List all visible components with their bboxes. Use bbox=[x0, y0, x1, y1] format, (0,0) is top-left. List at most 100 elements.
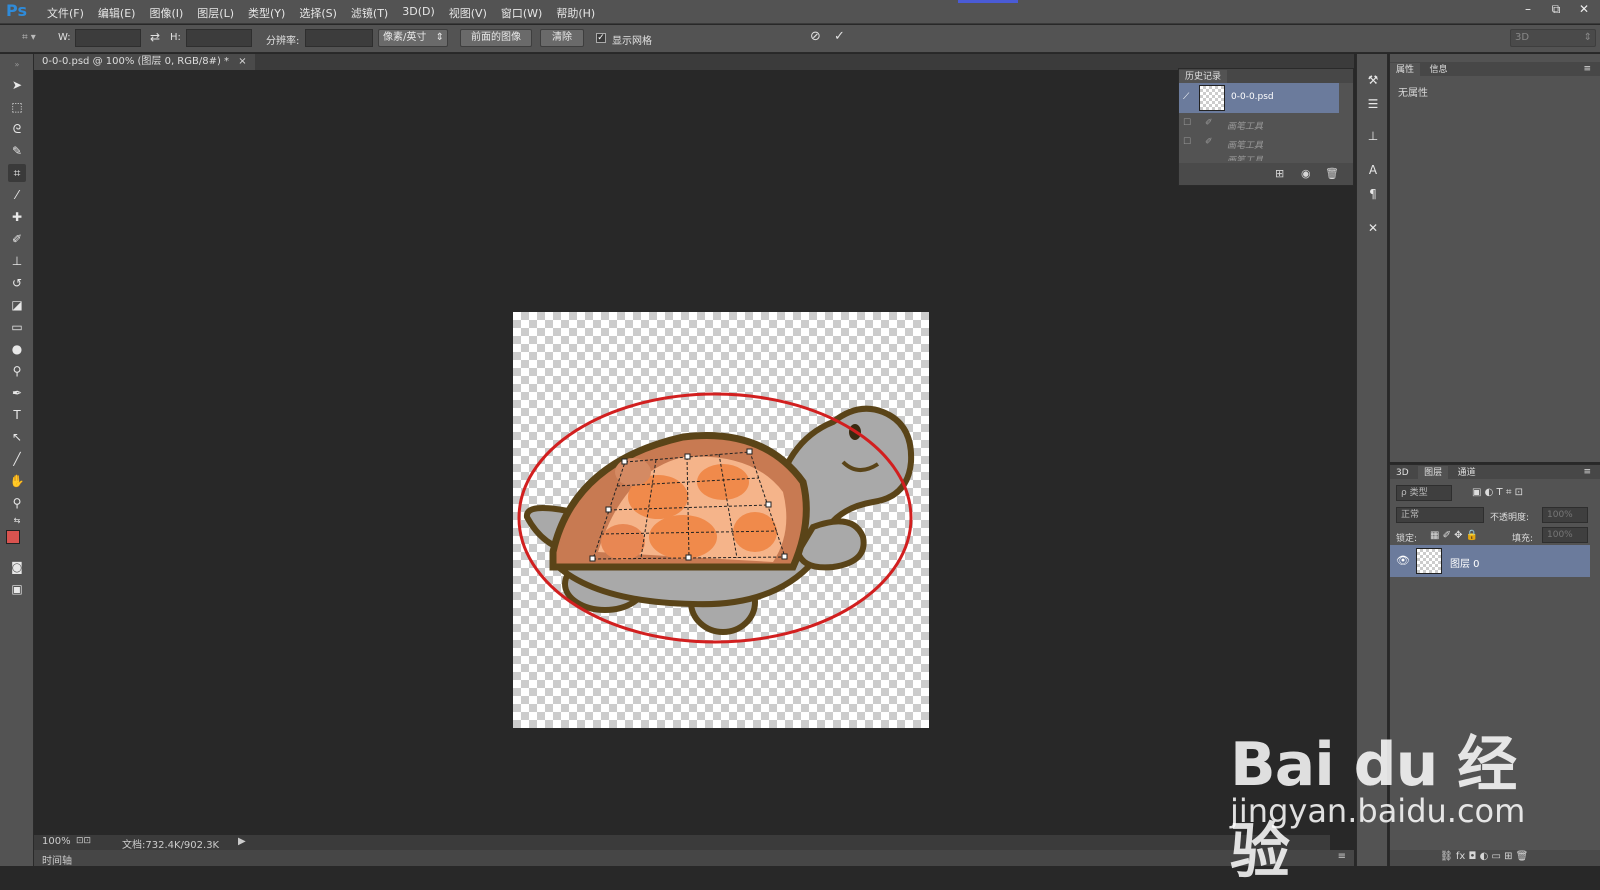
menu-type[interactable]: 类型(Y) bbox=[241, 5, 292, 21]
cancel-transform-icon[interactable]: ⊘ bbox=[810, 29, 821, 44]
menu-3d[interactable]: 3D(D) bbox=[395, 5, 442, 21]
minimize-button[interactable]: – bbox=[1520, 2, 1536, 17]
history-state[interactable]: ☐ ✐ 画笔工具 bbox=[1179, 115, 1339, 134]
crop-tool-preset-icon[interactable]: ⌗ ▾ bbox=[22, 32, 36, 43]
menu-layer[interactable]: 图层(L) bbox=[190, 5, 241, 21]
screen-mode-icon[interactable]: ▣ bbox=[8, 580, 26, 598]
history-state[interactable]: ☐ ✐ 画笔工具 bbox=[1179, 134, 1339, 153]
history-brush-tool-icon[interactable]: ↺ bbox=[8, 274, 26, 292]
canvas-area[interactable] bbox=[34, 70, 1330, 835]
tab-3d[interactable]: 3D bbox=[1390, 466, 1415, 480]
tab-info[interactable]: 信息 bbox=[1424, 63, 1454, 77]
marquee-tool-icon[interactable]: ⬚ bbox=[8, 98, 26, 116]
menu-view[interactable]: 视图(V) bbox=[442, 5, 494, 21]
hand-tool-icon[interactable]: ✋ bbox=[8, 472, 26, 490]
character-icon[interactable]: A bbox=[1365, 162, 1381, 178]
status-menu-arrow-icon[interactable]: ▶ bbox=[238, 836, 246, 847]
tab-channels[interactable]: 通道 bbox=[1452, 466, 1482, 480]
photoshop-logo: Ps bbox=[6, 1, 27, 20]
resolution-input[interactable] bbox=[305, 29, 373, 47]
state-checkbox-icon[interactable]: ☐ bbox=[1183, 137, 1191, 147]
menu-edit[interactable]: 编辑(E) bbox=[91, 5, 143, 21]
restore-button[interactable]: ⧉ bbox=[1548, 2, 1564, 17]
lasso-tool-icon[interactable]: ᘓ bbox=[8, 120, 26, 138]
clear-button[interactable]: 清除 bbox=[540, 29, 584, 47]
quick-mask-icon[interactable]: ◙ bbox=[8, 558, 26, 576]
menu-file[interactable]: 文件(F) bbox=[40, 5, 91, 21]
zoom-tool-icon[interactable]: ⚲ bbox=[8, 494, 26, 512]
window-controls: – ⧉ ✕ bbox=[1520, 2, 1592, 17]
history-state-label: 画笔工具 bbox=[1227, 156, 1264, 161]
blur-tool-icon[interactable]: ● bbox=[8, 340, 26, 358]
width-input[interactable] bbox=[75, 29, 141, 47]
blend-mode-select[interactable]: 正常 bbox=[1396, 507, 1484, 523]
type-tool-icon[interactable]: T bbox=[8, 406, 26, 424]
document-tab[interactable]: 0-0-0.psd @ 100% (图层 0, RGB/8#) * × bbox=[34, 54, 255, 70]
swap-colors-icon[interactable]: ⇆ bbox=[8, 512, 26, 530]
front-image-button[interactable]: 前面的图像 bbox=[460, 29, 532, 47]
dodge-tool-icon[interactable]: ⚲ bbox=[8, 362, 26, 380]
history-tab[interactable]: 历史记录 bbox=[1179, 70, 1228, 84]
quick-select-tool-icon[interactable]: ✎ bbox=[8, 142, 26, 160]
layer-name[interactable]: 图层 0 bbox=[1450, 555, 1480, 570]
gradient-tool-icon[interactable]: ▭ bbox=[8, 318, 26, 336]
unit-select[interactable]: 像素/英寸 ⇕ bbox=[378, 29, 448, 47]
path-selection-tool-icon[interactable]: ↖ bbox=[8, 428, 26, 446]
eyedropper-tool-icon[interactable]: ⁄ bbox=[8, 186, 26, 204]
healing-brush-tool-icon[interactable]: ✚ bbox=[8, 208, 26, 226]
layer-filter-select[interactable]: ρ 类型 bbox=[1396, 485, 1452, 501]
layer-row[interactable]: 👁 图层 0 bbox=[1390, 545, 1590, 577]
state-checkbox-icon[interactable]: ☐ bbox=[1183, 118, 1191, 128]
tab-layers[interactable]: 图层 bbox=[1418, 466, 1449, 480]
opacity-input[interactable]: 100% bbox=[1542, 507, 1588, 523]
workspace-select[interactable]: 3D ⇕ bbox=[1510, 29, 1596, 47]
panel-menu-icon[interactable]: ≡ bbox=[1577, 465, 1597, 479]
document-tab-title: 0-0-0.psd @ 100% (图层 0, RGB/8#) * bbox=[42, 56, 230, 67]
zoom-level[interactable]: 100% bbox=[42, 836, 71, 847]
swap-icon[interactable]: ⇄ bbox=[150, 30, 160, 44]
history-state[interactable]: 画笔工具 bbox=[1179, 153, 1339, 161]
trash-icon[interactable]: 🗑 bbox=[1325, 167, 1339, 180]
menu-select[interactable]: 选择(S) bbox=[292, 5, 344, 21]
document-canvas[interactable] bbox=[513, 312, 929, 728]
history-brush-source-icon[interactable]: ⟋ bbox=[1183, 92, 1189, 102]
brush-presets-icon[interactable]: ⚒ bbox=[1365, 72, 1381, 88]
visibility-eye-icon[interactable]: 👁 bbox=[1396, 554, 1410, 567]
paragraph-icon[interactable]: ¶ bbox=[1365, 186, 1381, 202]
close-tab-icon[interactable]: × bbox=[238, 56, 246, 67]
lock-label: 锁定: bbox=[1396, 534, 1418, 544]
tools-settings-icon[interactable]: ✕ bbox=[1365, 220, 1381, 236]
menu-image[interactable]: 图像(I) bbox=[142, 5, 190, 21]
crop-tool-icon[interactable]: ⌗ bbox=[8, 164, 26, 182]
tab-properties[interactable]: 属性 bbox=[1390, 63, 1421, 77]
close-button[interactable]: ✕ bbox=[1576, 2, 1592, 17]
clone-stamp-tool-icon[interactable]: ⊥ bbox=[8, 252, 26, 270]
new-document-from-state-icon[interactable]: ⊞ bbox=[1275, 167, 1284, 180]
lock-icons[interactable]: ▦ ✐ ✥ 🔒 bbox=[1430, 530, 1478, 541]
commit-transform-icon[interactable]: ✓ bbox=[834, 29, 845, 44]
foreground-color-swatch[interactable] bbox=[6, 530, 20, 544]
menu-help[interactable]: 帮助(H) bbox=[549, 5, 602, 21]
tool-presets-icon[interactable]: ⊥ bbox=[1365, 128, 1381, 144]
brush-tool-icon[interactable]: ✐ bbox=[8, 230, 26, 248]
move-tool-icon[interactable]: ➤ bbox=[8, 76, 26, 94]
chevron-down-icon: ⇕ bbox=[1583, 32, 1592, 43]
fill-input[interactable]: 100% bbox=[1542, 527, 1588, 543]
snapshot-camera-icon[interactable]: ◉ bbox=[1301, 167, 1311, 180]
eraser-tool-icon[interactable]: ◪ bbox=[8, 296, 26, 314]
filter-icons[interactable]: ▣ ◐ T ⌗ ⊡ bbox=[1472, 487, 1523, 498]
menu-window[interactable]: 窗口(W) bbox=[494, 5, 549, 21]
pen-tool-icon[interactable]: ✒ bbox=[8, 384, 26, 402]
opacity-value: 100% bbox=[1547, 510, 1573, 520]
status-share-icon[interactable]: ⊡⊡ bbox=[76, 836, 91, 846]
panel-menu-icon[interactable]: ≡ bbox=[1577, 62, 1597, 76]
adjustments-icon[interactable]: ☰ bbox=[1365, 96, 1381, 112]
timeline-tab[interactable]: 时间轴 bbox=[42, 852, 72, 867]
show-grid-checkbox[interactable]: ✓ bbox=[596, 33, 606, 43]
history-snapshot[interactable]: ⟋ 0-0-0.psd bbox=[1179, 83, 1339, 113]
menu-filter[interactable]: 滤镜(T) bbox=[344, 5, 395, 21]
line-tool-icon[interactable]: ╱ bbox=[8, 450, 26, 468]
collapse-toolbar-icon[interactable]: » bbox=[8, 56, 26, 74]
height-input[interactable] bbox=[186, 29, 252, 47]
document-size: 文档:732.4K/902.3K bbox=[122, 840, 220, 851]
